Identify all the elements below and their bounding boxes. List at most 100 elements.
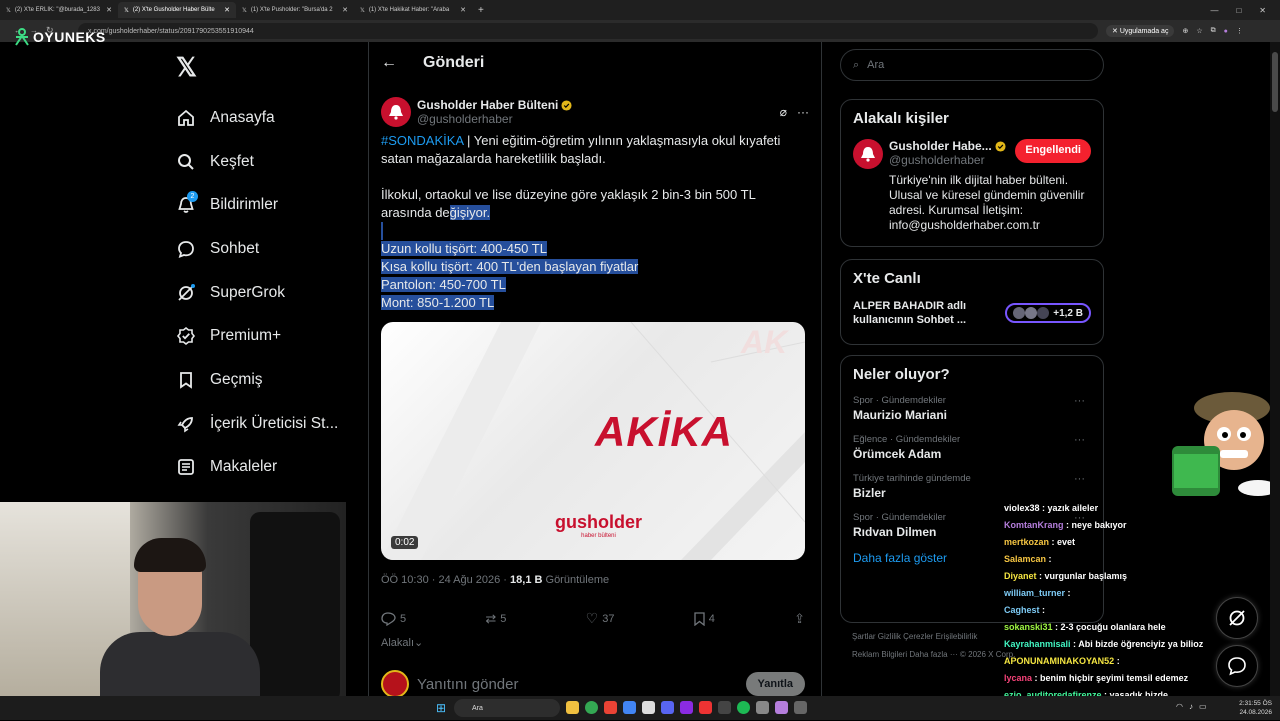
open-in-app-button[interactable]: ✕ Uygulamada aç [1106,25,1175,37]
blocked-button[interactable]: Engellendi [1015,139,1091,163]
new-tab-icon[interactable]: + [478,5,484,16]
app-icon[interactable] [794,701,807,714]
sidebar-item-1[interactable]: Keşfet [176,140,366,184]
grok-float-button[interactable] [1216,597,1258,639]
url-field[interactable]: x.com/gusholderhaber/status/209179025355… [78,23,1098,39]
close-window-icon[interactable]: ✕ [1259,6,1266,15]
app-icon[interactable] [623,701,636,714]
browser-tab[interactable]: 𝕏 (1) X'te Pusholder: "Bursa'da 2 ✕ [236,2,354,18]
price-line: Mont: 850-1.200 TL [381,295,495,310]
author-avatar[interactable] [381,97,411,127]
price-row: Kısa kollu tişört: 400 TL'den başlayan f… [381,258,809,276]
tweet-text: #SONDAKİKA | Yeni eğitim-öğretim yılının… [369,132,821,312]
price-row: Mont: 850-1.200 TL [381,294,809,312]
close-tab-icon[interactable]: ✕ [106,6,112,14]
tweet-video[interactable]: AK AKİKA gusholder haber bülteni 0:02 [381,322,805,560]
app-icon[interactable] [699,701,712,714]
listener-avatar [1013,307,1026,319]
sidebar-item-7[interactable]: İçerik Üreticisi St... [176,402,366,446]
sidebar-item-2[interactable]: 2 Bildirimler [176,183,366,227]
sidebar-item-8[interactable]: Makaleler [176,446,366,490]
live-space-text: ALPER BAHADIR adlı kullanıcının Sohbet .… [853,300,967,326]
system-tray[interactable]: ◠ ♪ ▭ [1176,702,1207,711]
minimize-icon[interactable]: — [1210,6,1218,15]
app-icon[interactable] [775,701,788,714]
chat-message: william_turner : [1004,585,1224,602]
x-favicon-icon: 𝕏 [6,7,11,14]
taskbar-apps [566,701,807,714]
taskbar-clock[interactable]: 2:31:55 ÖS 24.08.2026 [1239,699,1272,717]
reply-input[interactable]: Yanıtını gönder [417,676,518,693]
menu-icon[interactable]: ⋮ [1236,27,1243,35]
windows-start-icon[interactable]: ⊞ [436,701,446,715]
x-favicon-icon: 𝕏 [242,7,247,14]
related-person[interactable]: Gusholder Habe... @gusholderhaber Engell… [853,139,1091,233]
chat-username: violex38 [1004,503,1040,513]
trend-item[interactable]: Spor · Gündemdekiler Maurizio Mariani ··· [853,395,1091,422]
sidebar-item-3[interactable]: Sohbet [176,227,366,271]
like-button[interactable]: ♡ 37 [586,610,615,627]
app-icon[interactable] [604,701,617,714]
back-arrow-icon[interactable]: ← [381,54,397,72]
video-logo-text: gusholder [555,512,643,532]
search-input[interactable]: ⌕ Ara [840,49,1104,81]
tweet-header: Gusholder Haber Bülteni @gusholderhaber … [369,84,821,132]
browser-tab[interactable]: 𝕏 (1) X'te Hakikat Haber: "Araba ✕ [354,2,472,18]
x-logo-icon[interactable]: 𝕏 [176,52,197,83]
trend-item[interactable]: Eğlence · Gündemdekiler Örümcek Adam ··· [853,434,1091,461]
app-icon[interactable] [756,701,769,714]
sidebar-nav: Anasayfa Keşfet 2 Bildirimler Sohbet SuperGro… [176,96,366,533]
user-avatar[interactable] [381,670,409,698]
live-space[interactable]: ALPER BAHADIR adlı kullanıcının Sohbet .… [853,299,1091,327]
page-scrollbar[interactable] [1270,42,1280,696]
share-button[interactable]: ⇪ [794,610,805,627]
profile-icon[interactable]: ● [1224,28,1228,35]
person-avatar[interactable] [853,139,883,169]
video-headline: AKİKA [595,408,733,455]
repost-button[interactable]: ⇄ 5 [485,610,506,627]
sidebar-item-6[interactable]: Geçmiş [176,358,366,402]
close-tab-icon[interactable]: ✕ [224,6,230,14]
related-toggle[interactable]: Alakalı⌄ [381,636,423,649]
more-options-icon[interactable]: ··· [1074,434,1085,446]
browser-tab[interactable]: 𝕏 (2) X'te ERLIK: "@burada_1283 ✕ [0,2,118,18]
browser-tab[interactable]: 𝕏 (2) X'te Gusholder Haber Bülte ✕ [118,2,236,18]
close-tab-icon[interactable]: ✕ [460,6,466,14]
taskbar-search[interactable]: Ara [454,699,560,717]
more-options-icon[interactable]: ··· [1074,395,1085,407]
reply-submit-button[interactable]: Yanıtla [745,672,805,696]
sidebar-item-4[interactable]: SuperGrok [176,271,366,315]
extensions-icon[interactable]: ⧉ [1211,27,1216,35]
maximize-icon[interactable]: □ [1236,6,1241,15]
file-explorer-icon[interactable] [566,701,579,714]
app-icon[interactable] [680,701,693,714]
chat-username: sokanski31 [1004,622,1053,632]
reply-button[interactable]: 5 [381,610,406,627]
messages-float-button[interactable] [1216,645,1258,687]
sidebar-item-label: Sohbet [210,239,260,257]
chat-separator: : [1114,656,1120,666]
more-options-icon[interactable]: ··· [1074,473,1085,485]
sidebar-item-5[interactable]: Premium+ [176,314,366,358]
webcam-overlay [0,502,346,696]
sidebar-item-0[interactable]: Anasayfa [176,96,366,140]
zoom-icon[interactable]: ⊕ [1182,27,1188,35]
author-name[interactable]: Gusholder Haber Bülteni [417,98,558,112]
scrollbar-thumb[interactable] [1272,52,1278,112]
grok-icon[interactable]: ⌀ [780,105,787,119]
clock-date: 24.08.2026 [1239,709,1272,716]
app-icon[interactable] [642,701,655,714]
star-icon[interactable]: ☆ [1196,27,1202,35]
trend-title: Maurizio Mariani [853,408,948,422]
trend-item[interactable]: Türkiye tarihinde gündemde Bizler ··· [853,473,1091,500]
hashtag-link[interactable]: #SONDAKİKA [381,133,463,148]
close-tab-icon[interactable]: ✕ [342,6,348,14]
spotify-icon[interactable] [737,701,750,714]
author-handle[interactable]: @gusholderhaber [417,112,572,126]
discord-icon[interactable] [661,701,674,714]
chrome-icon[interactable] [585,701,598,714]
bookmark-button[interactable]: 4 [694,610,715,627]
tweet-time[interactable]: ÖÖ 10:30 · 24 Ağu 2026 · [381,574,510,586]
more-options-icon[interactable]: ··· [797,105,809,119]
app-icon[interactable] [718,701,731,714]
